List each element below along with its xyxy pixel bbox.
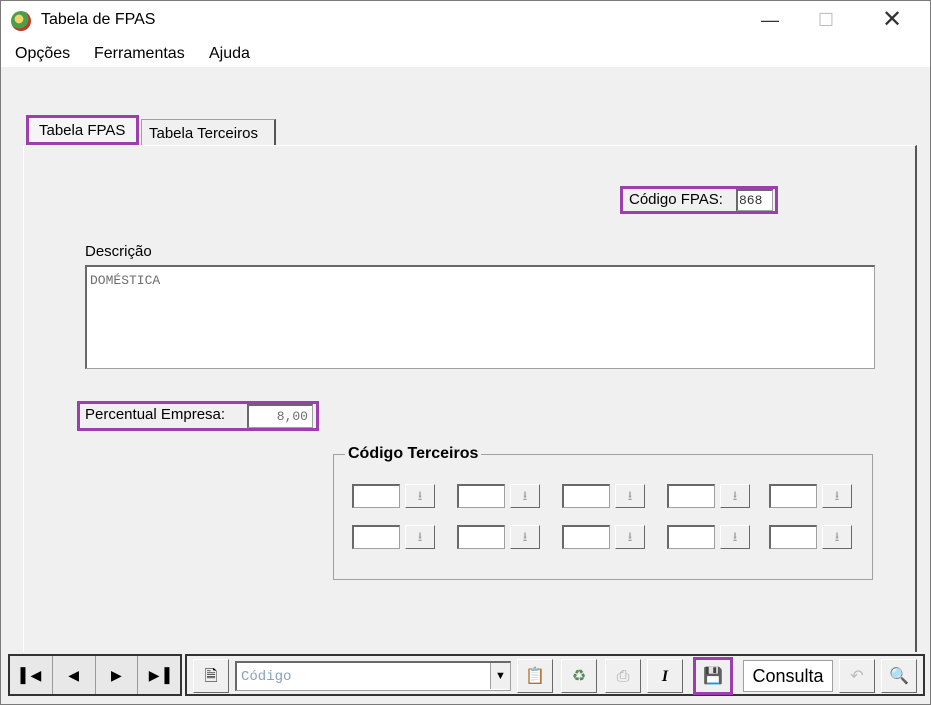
title-bar: Tabela de FPAS — ☐ ✕ <box>1 1 930 39</box>
italic-icon[interactable]: I <box>647 659 683 693</box>
next-record-icon[interactable]: ▶ <box>95 656 139 694</box>
terceiro-field-2[interactable] <box>457 484 505 508</box>
new-document-icon[interactable]: 🗎 <box>193 659 229 693</box>
descricao-field[interactable]: DOMÉSTICA <box>85 265 875 369</box>
terceiro-field-4[interactable] <box>667 484 715 508</box>
tab-tabela-terceiros[interactable]: Tabela Terceiros <box>141 119 276 147</box>
percentual-empresa-label: Percentual Empresa: <box>85 406 226 423</box>
terceiro-lookup-button-1[interactable]: ⭳ <box>405 484 435 508</box>
save-icon[interactable]: 💾 <box>693 657 733 695</box>
maximize-button[interactable]: ☐ <box>803 1 849 39</box>
minimize-button[interactable]: — <box>747 1 793 39</box>
last-record-icon[interactable]: ▶▐ <box>138 656 180 694</box>
menu-bar: Opções Ferramentas Ajuda <box>1 39 930 67</box>
undo-icon[interactable]: ↶ <box>839 659 875 693</box>
record-controls: 🗎 Código ▼ 📋 ♻ ⎙ I 💾 Consulta ↶ 🔍 <box>185 654 925 696</box>
terceiro-lookup-button-6[interactable]: ⭳ <box>405 525 435 549</box>
codigo-terceiros-title: Código Terceiros <box>345 445 482 463</box>
percentual-empresa-field[interactable]: 8,00 <box>247 404 313 428</box>
menu-ajuda[interactable]: Ajuda <box>209 45 250 63</box>
close-button[interactable]: ✕ <box>869 1 915 39</box>
descricao-label: Descrição <box>85 243 152 260</box>
terceiro-field-8[interactable] <box>562 525 610 549</box>
menu-opcoes[interactable]: Opções <box>15 45 70 63</box>
terceiro-lookup-button-4[interactable]: ⭳ <box>720 484 750 508</box>
binoculars-icon[interactable]: 🔍 <box>881 659 917 693</box>
app-icon <box>11 11 31 31</box>
terceiro-field-9[interactable] <box>667 525 715 549</box>
terceiro-field-1[interactable] <box>352 484 400 508</box>
app-window: Tabela de FPAS — ☐ ✕ Opções Ferramentas … <box>0 0 931 705</box>
menu-ferramentas[interactable]: Ferramentas <box>94 45 185 63</box>
window-title: Tabela de FPAS <box>41 11 156 28</box>
codigo-fpas-field[interactable]: 868 <box>736 189 773 211</box>
terceiro-lookup-button-10[interactable]: ⭳ <box>822 525 852 549</box>
record-navigation: ▌◀ ◀ ▶ ▶▐ <box>8 654 182 696</box>
first-record-icon[interactable]: ▌◀ <box>10 656 53 694</box>
terceiro-field-7[interactable] <box>457 525 505 549</box>
terceiro-field-5[interactable] <box>769 484 817 508</box>
terceiro-lookup-button-7[interactable]: ⭳ <box>510 525 540 549</box>
terceiro-field-6[interactable] <box>352 525 400 549</box>
search-combo-text: Código <box>241 669 292 685</box>
terceiro-lookup-button-2[interactable]: ⭳ <box>510 484 540 508</box>
terceiro-field-10[interactable] <box>769 525 817 549</box>
previous-record-icon[interactable]: ◀ <box>52 656 96 694</box>
recycle-bin-icon[interactable]: ♻ <box>561 659 597 693</box>
codigo-terceiros-group <box>333 454 873 580</box>
tab-tabela-fpas[interactable]: Tabela FPAS <box>26 115 139 145</box>
chevron-down-icon[interactable]: ▼ <box>490 663 510 689</box>
consulta-button[interactable]: Consulta <box>743 660 833 692</box>
terceiro-lookup-button-5[interactable]: ⭳ <box>822 484 852 508</box>
terceiro-field-3[interactable] <box>562 484 610 508</box>
terceiro-lookup-button-8[interactable]: ⭳ <box>615 525 645 549</box>
terceiro-lookup-button-3[interactable]: ⭳ <box>615 484 645 508</box>
codigo-fpas-label: Código FPAS: <box>629 191 723 208</box>
report-icon[interactable]: 📋 <box>517 659 553 693</box>
search-combo[interactable]: Código ▼ <box>235 661 511 691</box>
printer-icon[interactable]: ⎙ <box>605 659 641 693</box>
terceiro-lookup-button-9[interactable]: ⭳ <box>720 525 750 549</box>
